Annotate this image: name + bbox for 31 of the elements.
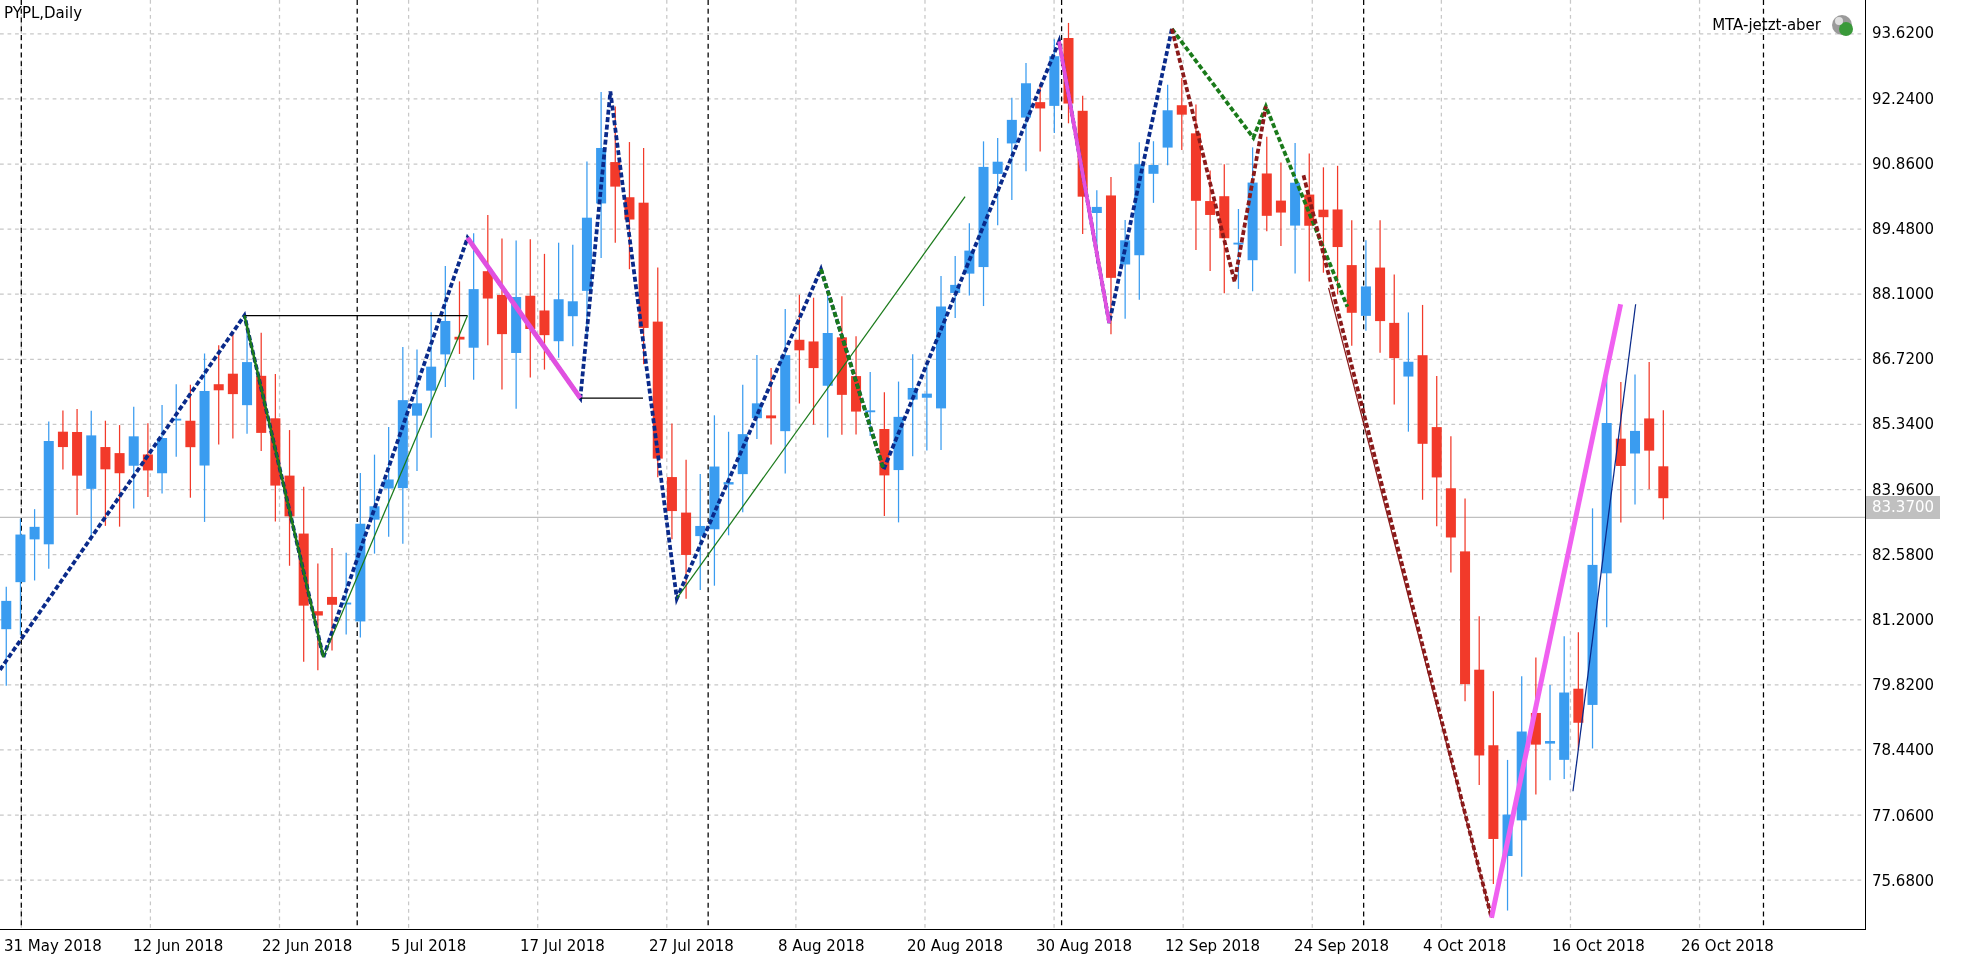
price-tick-label: 78.4400	[1871, 740, 1935, 762]
symbol-label: PYPL,Daily	[4, 3, 82, 24]
date-tick-label: 8 Aug 2018	[778, 937, 865, 955]
date-tick-label: 16 Oct 2018	[1552, 937, 1645, 955]
date-tick-label: 27 Jul 2018	[649, 937, 734, 955]
price-tick-label: 86.7200	[1871, 349, 1935, 371]
date-tick-label: 31 May 2018	[4, 937, 102, 955]
indicator-label: MTA-jetzt-aber	[1712, 14, 1821, 36]
price-tick-label: 81.2000	[1871, 610, 1935, 632]
date-tick-label: 12 Jun 2018	[133, 937, 224, 955]
price-tick-label: 85.3400	[1871, 414, 1935, 436]
date-tick-label: 17 Jul 2018	[520, 937, 605, 955]
date-tick-label: 20 Aug 2018	[907, 937, 1004, 955]
price-tick-label: 77.0600	[1871, 805, 1935, 827]
date-tick-label: 22 Jun 2018	[262, 937, 353, 955]
price-tick-label: 90.8600	[1871, 153, 1935, 175]
date-tick-label: 30 Aug 2018	[1036, 937, 1133, 955]
date-tick-label: 26 Oct 2018	[1681, 937, 1774, 955]
price-tick-label: 89.4800	[1871, 218, 1935, 240]
date-tick-label: 5 Jul 2018	[391, 937, 467, 955]
indicator-icon	[1829, 12, 1855, 38]
date-tick-label: 24 Sep 2018	[1294, 937, 1390, 955]
price-tick-label: 88.1000	[1871, 284, 1935, 306]
price-tick-label: 82.5800	[1871, 544, 1935, 566]
date-tick-label: 12 Sep 2018	[1165, 937, 1261, 955]
price-tick-label: 93.6200	[1871, 23, 1935, 45]
price-tick-label: 75.6800	[1871, 870, 1935, 892]
date-tick-label: 4 Oct 2018	[1423, 937, 1507, 955]
price-tick-label: 92.2400	[1871, 88, 1935, 110]
current-price-badge: 83.3700	[1866, 496, 1941, 519]
price-tick-label: 79.8200	[1871, 675, 1935, 697]
